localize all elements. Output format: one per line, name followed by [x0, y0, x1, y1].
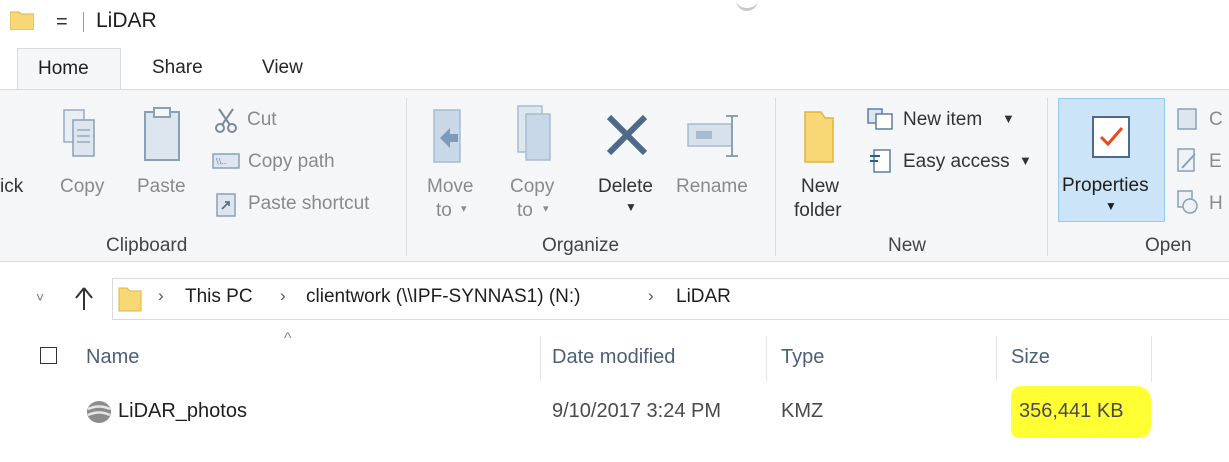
tab-view[interactable]: View [262, 57, 303, 79]
file-name[interactable]: LiDAR_photos [118, 400, 247, 423]
chevron-down-icon: ▼ [1019, 153, 1032, 168]
edit-button[interactable]: E [1209, 151, 1222, 173]
tab-home[interactable]: Home [17, 48, 121, 94]
column-separator[interactable] [766, 336, 767, 382]
properties-icon [1092, 116, 1130, 158]
open-button[interactable]: C [1209, 109, 1223, 131]
new-folder-button[interactable]: New [801, 176, 839, 198]
paste-button[interactable]: Paste [137, 176, 186, 198]
column-header-name[interactable]: Name [86, 346, 139, 369]
svg-text:\\..: \\.. [216, 157, 226, 166]
easy-access-button[interactable]: Easy access [903, 151, 1010, 173]
paste-shortcut-icon [216, 193, 236, 217]
file-type: KMZ [781, 400, 824, 422]
properties-button[interactable]: Properties ▼ [1058, 98, 1165, 222]
column-separator[interactable] [996, 336, 997, 382]
window-title: LiDAR [96, 9, 157, 32]
breadcrumb-chevron-icon[interactable]: › [280, 286, 286, 306]
file-list: ^ Name Date modified Type Size LiDAR_pho… [0, 330, 1229, 462]
ribbon-tabs: Home Share View [0, 44, 1229, 94]
tab-share[interactable]: Share [152, 57, 203, 79]
new-group-label: New [888, 235, 927, 256]
column-header-type[interactable]: Type [781, 346, 824, 369]
copy-to-button-line2[interactable]: to [517, 200, 533, 222]
copy-icon [63, 109, 95, 157]
breadcrumb-chevron-icon[interactable]: › [158, 286, 164, 306]
copy-to-icon [517, 105, 551, 161]
folder-icon [10, 11, 34, 30]
group-separator [775, 98, 776, 256]
history-button[interactable]: H [1209, 193, 1223, 215]
clipboard-group-label: Clipboard [106, 235, 188, 256]
pin-to-quick-access-button[interactable]: ick [0, 176, 23, 198]
ribbon: ick Copy Paste Cut \\.. Copy path Paste … [0, 89, 1229, 262]
new-folder-button-line2[interactable]: folder [794, 200, 842, 222]
recent-locations-chevron-icon[interactable]: ˅ [36, 289, 44, 305]
column-header-date-modified[interactable]: Date modified [552, 346, 675, 369]
cut-button[interactable]: Cut [247, 109, 277, 131]
title-bar: = LiDAR [0, 0, 1229, 44]
folder-icon [118, 287, 142, 312]
chevron-down-icon: ▼ [625, 200, 637, 214]
copy-button[interactable]: Copy [60, 176, 104, 198]
breadcrumb-chevron-icon[interactable]: › [648, 286, 654, 306]
group-separator [1047, 98, 1048, 256]
sort-ascending-icon: ^ [284, 330, 292, 347]
organize-group-label: Organize [542, 235, 620, 256]
breadcrumb-lidar[interactable]: LiDAR [676, 286, 731, 308]
navigation-bar: ˅ › This PC › clientwork (\\IPF-SYNNAS1)… [0, 262, 1229, 336]
move-to-button[interactable]: Move [427, 176, 473, 198]
kmz-file-icon [87, 401, 111, 423]
edit-icon [1177, 148, 1196, 172]
column-separator[interactable] [1151, 336, 1152, 382]
cut-icon [215, 108, 237, 133]
loading-icon [736, 0, 758, 11]
copy-to-button[interactable]: Copy [510, 176, 554, 198]
easy-access-icon [870, 149, 891, 173]
file-date-modified: 9/10/2017 3:24 PM [552, 400, 722, 422]
open-group-label: Open [1145, 235, 1192, 256]
properties-label: Properties [1062, 175, 1149, 196]
column-header-size[interactable]: Size [1011, 346, 1050, 369]
tab-home-label: Home [38, 58, 89, 79]
chevron-down-icon: ▼ [1105, 199, 1117, 213]
paste-icon [144, 107, 180, 161]
column-separator[interactable] [540, 336, 541, 382]
file-size: 356,441 KB [1019, 400, 1124, 422]
chevron-down-icon: ▾ [461, 203, 467, 215]
new-folder-icon [804, 111, 834, 163]
group-separator [406, 98, 407, 256]
breadcrumb-this-pc[interactable]: This PC [185, 286, 253, 308]
new-item-button[interactable]: New item [903, 109, 982, 131]
title-separator [83, 12, 84, 32]
delete-icon [606, 114, 648, 156]
select-all-checkbox[interactable] [40, 347, 57, 364]
copy-path-button[interactable]: Copy path [248, 151, 335, 173]
quick-access-toolbar-dropdown[interactable]: = [56, 11, 68, 34]
new-item-icon [867, 108, 893, 130]
delete-button[interactable]: Delete [598, 176, 653, 198]
chevron-down-icon: ▼ [1002, 111, 1015, 126]
breadcrumb-clientwork[interactable]: clientwork (\\IPF-SYNNAS1) (N:) [306, 286, 580, 308]
copy-path-icon: \\.. [212, 153, 240, 169]
history-icon [1177, 190, 1198, 214]
open-icon [1177, 108, 1197, 130]
move-to-icon [433, 109, 461, 163]
chevron-down-icon: ▾ [543, 203, 549, 215]
up-arrow-icon[interactable] [74, 286, 94, 312]
rename-icon [687, 115, 738, 157]
paste-shortcut-button[interactable]: Paste shortcut [248, 193, 369, 215]
rename-button[interactable]: Rename [676, 176, 748, 198]
move-to-button-line2[interactable]: to [436, 200, 452, 222]
